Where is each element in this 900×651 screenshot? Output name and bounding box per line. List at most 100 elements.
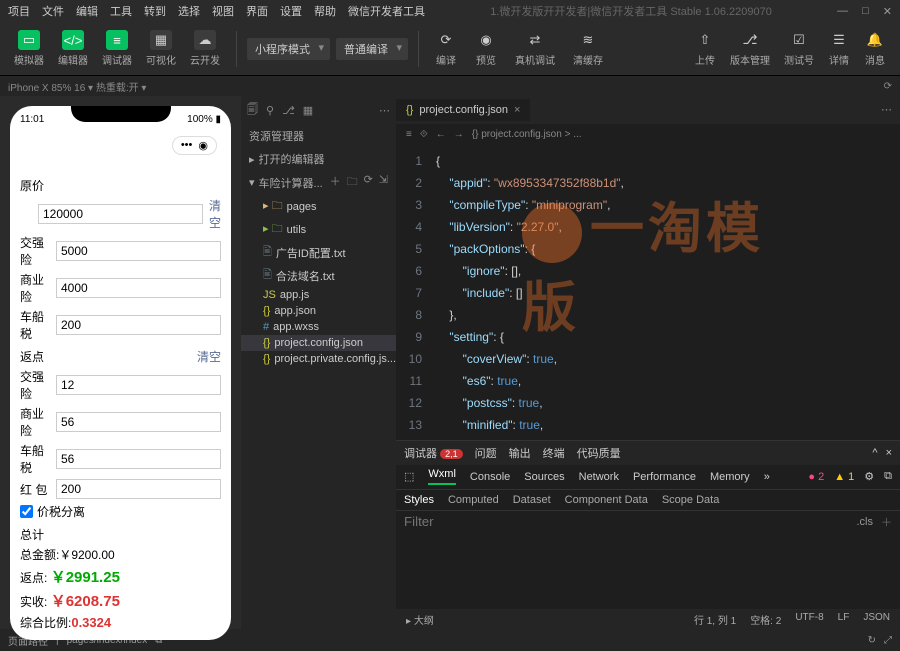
file-pages[interactable]: ▸ 🗀 pages (241, 195, 396, 218)
sub-computed[interactable]: Computed (448, 494, 499, 506)
upload-button[interactable]: ⇧上传 (688, 27, 722, 70)
file-app.json[interactable]: {} app.json (241, 303, 396, 319)
debugger-label[interactable]: 调试器 2,1 (404, 445, 463, 461)
indent-info[interactable]: 空格: 2 (750, 612, 781, 627)
tool-wxml[interactable]: Wxml (428, 468, 456, 485)
gutter-icon[interactable]: ≡ (406, 129, 412, 140)
sub-styles[interactable]: Styles (404, 494, 434, 506)
mode-select[interactable]: 小程序模式 (247, 38, 330, 60)
new-file-icon[interactable]: ＋ (330, 173, 341, 192)
open-editors[interactable]: ▸ 打开的编辑器 (241, 148, 396, 170)
dbg-tab-quality[interactable]: 代码质量 (577, 445, 621, 461)
menu-project[interactable]: 项目 (8, 3, 30, 19)
more-icon[interactable]: ⋯ (379, 104, 390, 117)
sim-rotate-icon[interactable]: ↻ (868, 635, 876, 646)
minimize-icon[interactable]: — (837, 5, 848, 18)
file-app.wxss[interactable]: # app.wxss (241, 319, 396, 335)
tool-console[interactable]: Console (470, 471, 510, 483)
menu-ui[interactable]: 界面 (246, 3, 268, 19)
syx2-input[interactable] (56, 412, 221, 432)
tool-network[interactable]: Network (579, 471, 619, 483)
file-广告ID配置.txt[interactable]: 🖹 广告ID配置.txt (241, 241, 396, 264)
editor-button[interactable]: </>编辑器 (52, 27, 94, 70)
sub-dataset[interactable]: Dataset (513, 494, 551, 506)
compile-mode-select[interactable]: 普通编译 (336, 38, 408, 60)
cls-toggle[interactable]: .cls (857, 516, 874, 528)
dock-icon[interactable]: ⧉ (884, 470, 892, 483)
menu-tools[interactable]: 工具 (110, 3, 132, 19)
encoding[interactable]: UTF-8 (795, 612, 823, 627)
menu-devtools[interactable]: 微信开发者工具 (348, 3, 425, 19)
capsule-menu[interactable]: •••◉ (172, 136, 217, 155)
ccs-input[interactable] (56, 315, 221, 335)
project-root[interactable]: ▾ 车险计算器... ＋🗀⟳⇲ (241, 170, 396, 195)
jqx-input[interactable] (56, 241, 221, 261)
version-button[interactable]: ⎇版本管理 (724, 27, 776, 70)
clear-cache-button[interactable]: ≋清缓存 (567, 27, 609, 70)
editor-tab[interactable]: {} project.config.json × (396, 99, 530, 121)
menu-goto[interactable]: 转到 (144, 3, 166, 19)
close-icon[interactable]: ✕ (883, 5, 892, 18)
breadcrumb[interactable]: {} project.config.json > ... (472, 129, 582, 140)
tool-sources[interactable]: Sources (524, 471, 564, 483)
file-project.private.config.js...[interactable]: {} project.private.config.js... (241, 351, 396, 367)
add-rule-icon[interactable]: ＋ (881, 514, 892, 530)
nav-fwd-icon[interactable]: → (454, 129, 464, 140)
dbg-tab-output[interactable]: 输出 (509, 445, 531, 461)
menu-settings[interactable]: 设置 (280, 3, 302, 19)
cursor-pos[interactable]: 行 1, 列 1 (694, 612, 736, 627)
sub-scope[interactable]: Scope Data (662, 494, 719, 506)
menu-help[interactable]: 帮助 (314, 3, 336, 19)
device-selector[interactable]: iPhone X 85% 16 ▾ 热重载:开 ▾ (8, 79, 146, 94)
new-folder-icon[interactable]: 🗀 (347, 173, 358, 192)
collapse-icon[interactable]: ⇲ (379, 173, 388, 192)
sim-pop-icon[interactable]: ⤢ (884, 635, 892, 646)
explorer-icon[interactable]: 🗐 (247, 101, 258, 120)
outline-toggle[interactable]: ▸ 大纲 (406, 612, 434, 627)
price-input[interactable] (38, 204, 203, 224)
menu-file[interactable]: 文件 (42, 3, 64, 19)
file-app.js[interactable]: JS app.js (241, 287, 396, 303)
simulator-button[interactable]: ▭模拟器 (8, 27, 50, 70)
sub-component[interactable]: Component Data (565, 494, 648, 506)
search-icon[interactable]: ⚲ (266, 104, 274, 117)
editor-more-icon[interactable]: ⋯ (873, 103, 900, 116)
branch-icon[interactable]: ⎇ (282, 104, 295, 117)
menu-select[interactable]: 选择 (178, 3, 200, 19)
maximize-icon[interactable]: □ (862, 5, 869, 18)
test-button[interactable]: ☑测试号 (778, 27, 820, 70)
visual-button[interactable]: ▦可视化 (140, 27, 182, 70)
filter-input[interactable] (404, 514, 857, 529)
clear-price[interactable]: 清空 (209, 197, 221, 231)
menu-edit[interactable]: 编辑 (76, 3, 98, 19)
syx-input[interactable] (56, 278, 221, 298)
sep-checkbox[interactable] (20, 505, 33, 518)
cloud-button[interactable]: ☁云开发 (184, 27, 226, 70)
eol[interactable]: LF (838, 612, 850, 627)
close-tab-icon[interactable]: × (514, 104, 520, 116)
debugger-button[interactable]: ≡调试器 (96, 27, 138, 70)
detail-button[interactable]: ☰详情 (822, 27, 856, 70)
nav-back-icon[interactable]: ← (436, 129, 446, 140)
preview-button[interactable]: ◉预览 (469, 27, 503, 70)
jqx2-input[interactable] (56, 375, 221, 395)
inspect-icon[interactable]: ⬚ (404, 470, 414, 483)
lang-mode[interactable]: JSON (863, 612, 890, 627)
dbg-tab-problems[interactable]: 问题 (475, 445, 497, 461)
realdebug-button[interactable]: ⇄真机调试 (509, 27, 561, 70)
bookmark-icon[interactable]: ⟐ (420, 129, 428, 140)
refresh-sim-icon[interactable]: ⟳ (884, 81, 892, 92)
dbg-tab-terminal[interactable]: 终端 (543, 445, 565, 461)
ext-icon[interactable]: ▦ (303, 104, 313, 117)
dbg-close-icon[interactable]: × (886, 447, 892, 459)
file-utils[interactable]: ▸ 🗀 utils (241, 218, 396, 241)
message-button[interactable]: 🔔消息 (858, 27, 892, 70)
error-count[interactable]: ● 2 (808, 471, 824, 483)
menu-view[interactable]: 视图 (212, 3, 234, 19)
compile-button[interactable]: ⟳编译 (429, 27, 463, 70)
ccs2-input[interactable] (56, 449, 221, 469)
tool-more-icon[interactable]: » (764, 471, 770, 483)
tool-memory[interactable]: Memory (710, 471, 750, 483)
refresh-icon[interactable]: ⟳ (364, 173, 373, 192)
clear-fd[interactable]: 清空 (197, 348, 221, 365)
